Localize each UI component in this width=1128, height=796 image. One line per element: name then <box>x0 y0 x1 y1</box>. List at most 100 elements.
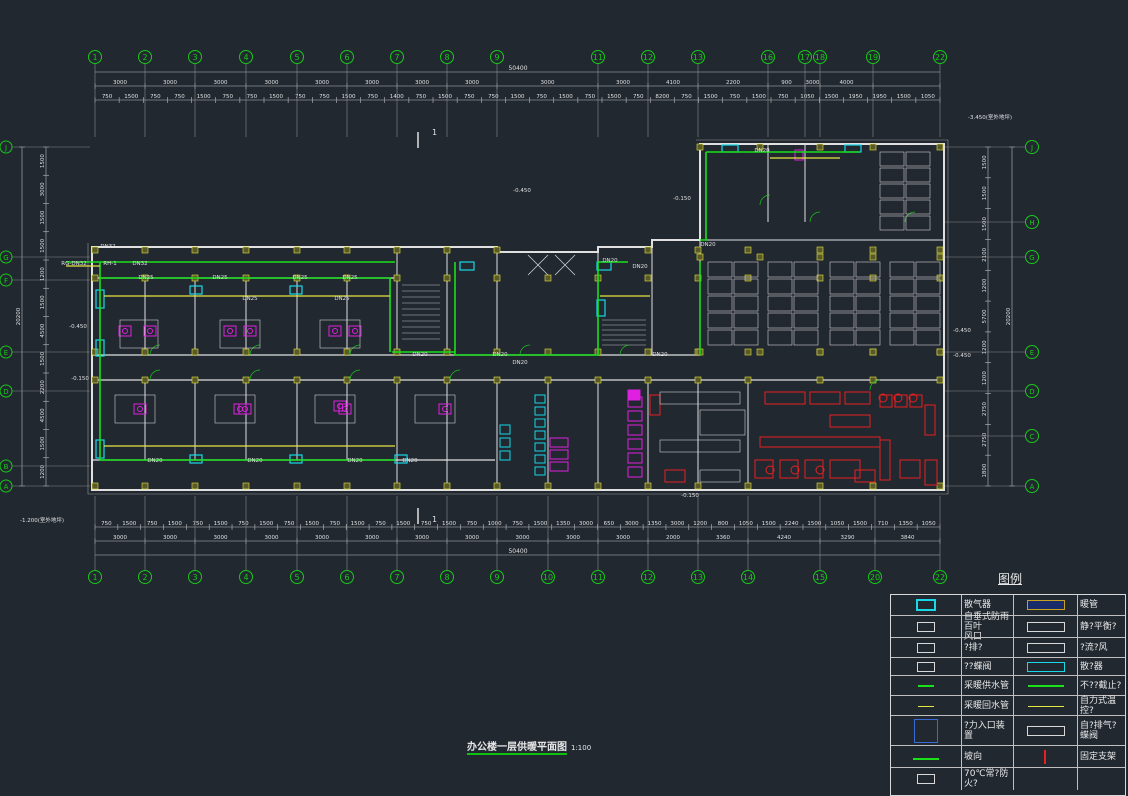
dim-text: 3000 <box>365 80 379 86</box>
legend-name <box>1077 768 1125 790</box>
legend-name: 采暖回水管 <box>961 696 1013 716</box>
column <box>694 376 702 384</box>
column <box>443 246 451 254</box>
column <box>293 482 301 490</box>
dim-text: 750 <box>147 521 158 527</box>
dim-text: 3000 <box>465 535 479 541</box>
urinal <box>627 452 643 464</box>
storage-bay <box>793 295 819 312</box>
urinal <box>627 424 643 436</box>
fixtures <box>114 149 941 486</box>
dim-text: 1500 <box>40 210 46 224</box>
kitchen-equipment <box>804 459 824 479</box>
axis-label: 2 <box>142 573 147 582</box>
toilet-room <box>414 394 456 424</box>
column <box>493 246 501 254</box>
dim-text: 750 <box>284 521 295 527</box>
urinal <box>627 410 643 422</box>
legend-name: 采暖供水管 <box>961 676 1013 696</box>
axis-label: 11 <box>593 573 603 582</box>
dim-text: 2200 <box>726 80 740 86</box>
column <box>744 348 752 356</box>
storage-bay <box>829 295 855 312</box>
dim-text: 750 <box>512 521 523 527</box>
kitchen-equipment <box>844 391 871 405</box>
pipe-label: DN20 <box>147 458 163 464</box>
dim-text: 20200 <box>16 307 22 325</box>
dim-text: 3840 <box>901 535 915 541</box>
radiator <box>499 450 511 461</box>
axis-label: C <box>1030 433 1035 441</box>
axis-label: 2 <box>142 53 147 62</box>
dim-text: 3000 <box>465 80 479 86</box>
legend-symbol <box>891 595 961 615</box>
dim-text: 1500 <box>124 94 138 100</box>
axis-label: 19 <box>868 53 878 62</box>
axis-label: G <box>3 254 8 262</box>
pipe-label: DN25 <box>342 275 358 281</box>
column <box>816 482 824 490</box>
radiator <box>289 454 303 464</box>
dim-text: 3000 <box>113 80 127 86</box>
column <box>141 246 149 254</box>
dim-text: 1050 <box>800 94 814 100</box>
column <box>936 246 944 254</box>
radiator <box>844 144 862 153</box>
column <box>816 246 824 254</box>
dim-text: 1050 <box>830 521 844 527</box>
storage-bay <box>829 278 855 295</box>
toilet-bowl <box>352 328 358 334</box>
dim-text: 5700 <box>982 309 988 323</box>
radiator <box>499 424 511 435</box>
column <box>936 253 944 261</box>
legend-symbol <box>891 676 961 696</box>
toilet-bowl <box>122 328 128 334</box>
dim-text: 1500 <box>40 238 46 252</box>
dim-text: 1500 <box>511 94 525 100</box>
door-swing <box>519 344 531 356</box>
legend-symbol-icon <box>1043 750 1048 764</box>
column <box>869 482 877 490</box>
axis-label: 20 <box>870 573 880 582</box>
storage-bay <box>889 329 915 346</box>
legend-symbol <box>891 746 961 768</box>
legend-symbol-icon <box>913 754 939 760</box>
radiator <box>534 454 546 464</box>
dim-text: 750 <box>101 521 112 527</box>
legend-name: 自?排气? 蝶阀 <box>1077 716 1125 746</box>
dim-text: 1350 <box>648 521 662 527</box>
dim-text: 1500 <box>269 94 283 100</box>
legend-symbol-icon <box>918 685 934 687</box>
dim-text: 3000 <box>616 80 630 86</box>
storage-bay <box>905 215 931 231</box>
legend-row: ?排? ?流?风 <box>891 637 1125 658</box>
radiator <box>499 437 511 448</box>
dim-text: 1500 <box>607 94 621 100</box>
toilet-room <box>319 319 361 349</box>
column <box>493 376 501 384</box>
elevation-label: -0.450 <box>953 328 971 334</box>
column <box>696 253 704 261</box>
dim-text: 1500 <box>168 521 182 527</box>
toilet-bowl <box>237 406 243 412</box>
column <box>343 246 351 254</box>
column <box>744 376 752 384</box>
dim-text: 1500 <box>762 521 776 527</box>
pipe-label: DN25 <box>292 275 308 281</box>
elevation-label: -0.150 <box>71 376 89 382</box>
dim-text: 3360 <box>716 535 730 541</box>
dim-text: 1500 <box>259 521 273 527</box>
dim-text: 750 <box>416 94 427 100</box>
kitchen-equipment <box>664 469 686 483</box>
heating-pipes <box>66 144 862 464</box>
dim-text: 1050 <box>922 521 936 527</box>
storage-bay <box>793 278 819 295</box>
legend-symbol <box>1013 768 1077 790</box>
column <box>141 482 149 490</box>
pipe-label: DN20 <box>247 458 263 464</box>
axis-label: 5 <box>294 53 299 62</box>
storage-bay <box>915 278 941 295</box>
storage-bay <box>767 312 793 329</box>
pipe-label: DN20 <box>602 258 618 264</box>
dim-text: 3000 <box>365 535 379 541</box>
